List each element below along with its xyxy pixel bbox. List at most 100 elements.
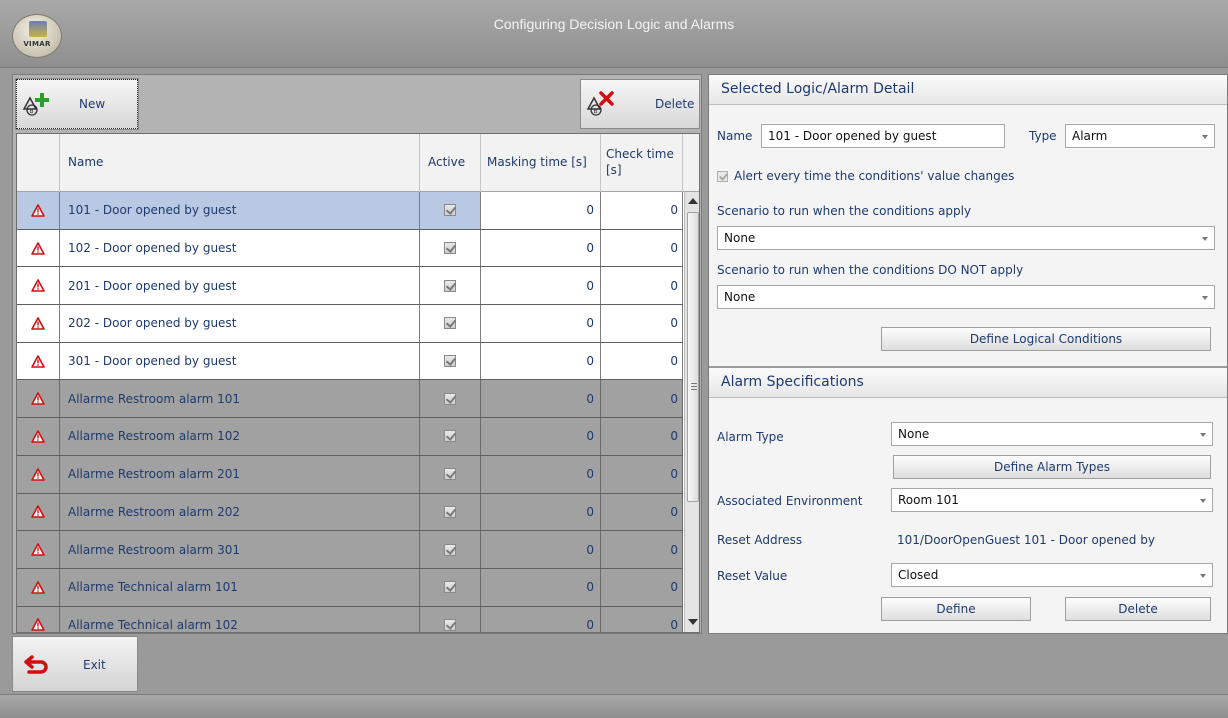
table-row[interactable]: Allarme Technical alarm 101 0 0 bbox=[17, 568, 683, 607]
scroll-up-arrow-icon[interactable] bbox=[688, 198, 698, 204]
row-active-cell[interactable] bbox=[420, 342, 481, 380]
row-active-cell[interactable] bbox=[420, 267, 481, 305]
row-check-cell[interactable]: 0 bbox=[601, 192, 683, 229]
active-checkbox[interactable] bbox=[444, 543, 456, 556]
active-checkbox[interactable] bbox=[444, 505, 456, 518]
row-check-cell[interactable]: 0 bbox=[601, 493, 683, 531]
row-active-cell[interactable] bbox=[420, 455, 481, 493]
exit-button[interactable]: Exit bbox=[12, 636, 138, 692]
name-field[interactable]: 101 - Door opened by guest bbox=[761, 124, 1005, 148]
row-name-cell[interactable]: 201 - Door opened by guest bbox=[60, 267, 420, 305]
row-name-cell[interactable]: Allarme Restroom alarm 201 bbox=[60, 455, 420, 493]
delete-logic-button[interactable]: B Delete bbox=[580, 79, 700, 129]
table-row[interactable]: Allarme Technical alarm 102 0 0 bbox=[17, 606, 683, 632]
active-checkbox[interactable] bbox=[444, 430, 456, 443]
row-name-cell[interactable]: Allarme Technical alarm 102 bbox=[60, 606, 420, 632]
row-masking-cell[interactable]: 0 bbox=[481, 229, 601, 267]
row-active-cell[interactable] bbox=[420, 568, 481, 606]
row-active-cell[interactable] bbox=[420, 229, 481, 267]
row-masking-cell[interactable]: 0 bbox=[481, 531, 601, 568]
row-masking-cell[interactable]: 0 bbox=[481, 568, 601, 606]
row-masking-cell[interactable]: 0 bbox=[481, 455, 601, 493]
row-name-cell[interactable]: Allarme Technical alarm 101 bbox=[60, 568, 420, 606]
row-check-cell[interactable]: 0 bbox=[601, 229, 683, 267]
header-icon-column[interactable] bbox=[17, 134, 60, 192]
active-checkbox[interactable] bbox=[444, 317, 456, 330]
active-checkbox[interactable] bbox=[444, 468, 456, 481]
row-check-cell[interactable]: 0 bbox=[601, 418, 683, 455]
alarm-type-select[interactable]: None bbox=[891, 422, 1213, 446]
header-check-time[interactable]: Check time [s] bbox=[601, 134, 683, 192]
table-row[interactable]: Allarme Restroom alarm 202 0 0 bbox=[17, 493, 683, 532]
row-check-cell[interactable]: 0 bbox=[601, 380, 683, 418]
row-active-cell[interactable] bbox=[420, 192, 481, 229]
delete-alarm-button[interactable]: Delete bbox=[1065, 597, 1211, 621]
row-active-cell[interactable] bbox=[420, 493, 481, 531]
table-row[interactable]: 201 - Door opened by guest 0 0 bbox=[17, 267, 683, 306]
row-name-cell[interactable]: 301 - Door opened by guest bbox=[60, 342, 420, 380]
reset-value-select[interactable]: Closed bbox=[891, 563, 1213, 587]
reset-value-value: Closed bbox=[898, 568, 939, 582]
header-name[interactable]: Name bbox=[60, 134, 420, 192]
row-active-cell[interactable] bbox=[420, 606, 481, 632]
active-checkbox[interactable] bbox=[444, 242, 456, 255]
define-alarm-types-button[interactable]: Define Alarm Types bbox=[893, 455, 1211, 479]
row-name-cell[interactable]: 102 - Door opened by guest bbox=[60, 229, 420, 267]
active-checkbox[interactable] bbox=[444, 204, 456, 217]
scroll-thumb[interactable] bbox=[687, 212, 699, 502]
grid-scrollbar[interactable] bbox=[684, 192, 699, 632]
scenario-not-apply-select[interactable]: None bbox=[717, 285, 1215, 309]
define-button[interactable]: Define bbox=[881, 597, 1031, 621]
row-active-cell[interactable] bbox=[420, 380, 481, 418]
row-name-cell[interactable]: Allarme Restroom alarm 301 bbox=[60, 531, 420, 568]
table-row[interactable]: 102 - Door opened by guest 0 0 bbox=[17, 229, 683, 268]
table-row[interactable]: Allarme Restroom alarm 301 0 0 bbox=[17, 531, 683, 569]
row-masking-cell[interactable]: 0 bbox=[481, 606, 601, 632]
table-row[interactable]: Allarme Restroom alarm 101 0 0 bbox=[17, 380, 683, 419]
table-row[interactable]: Allarme Restroom alarm 201 0 0 bbox=[17, 455, 683, 494]
header-active[interactable]: Active bbox=[420, 134, 481, 192]
type-select[interactable]: Alarm bbox=[1065, 124, 1215, 148]
warning-icon bbox=[31, 467, 45, 481]
table-row[interactable]: 202 - Door opened by guest 0 0 bbox=[17, 305, 683, 343]
table-row[interactable]: Allarme Restroom alarm 102 0 0 bbox=[17, 418, 683, 456]
row-check-cell[interactable]: 0 bbox=[601, 531, 683, 568]
scenario-apply-select[interactable]: None bbox=[717, 226, 1215, 250]
active-checkbox[interactable] bbox=[444, 581, 456, 594]
row-name-cell[interactable]: 101 - Door opened by guest bbox=[60, 192, 420, 229]
active-checkbox[interactable] bbox=[444, 392, 456, 405]
row-name-cell[interactable]: 202 - Door opened by guest bbox=[60, 305, 420, 342]
row-name-cell[interactable]: Allarme Restroom alarm 102 bbox=[60, 418, 420, 455]
environment-select[interactable]: Room 101 bbox=[891, 488, 1213, 512]
row-name-cell[interactable]: Allarme Restroom alarm 202 bbox=[60, 493, 420, 531]
new-button[interactable]: B New bbox=[15, 78, 139, 130]
row-check-cell[interactable]: 0 bbox=[601, 342, 683, 380]
header-masking-time[interactable]: Masking time [s] bbox=[481, 134, 601, 192]
row-masking-cell[interactable]: 0 bbox=[481, 418, 601, 455]
scroll-down-arrow-icon[interactable] bbox=[688, 619, 698, 625]
table-row[interactable]: 301 - Door opened by guest 0 0 bbox=[17, 342, 683, 381]
row-active-cell[interactable] bbox=[420, 305, 481, 342]
row-masking-cell[interactable]: 0 bbox=[481, 305, 601, 342]
define-logical-conditions-button[interactable]: Define Logical Conditions bbox=[881, 327, 1211, 351]
row-check-cell[interactable]: 0 bbox=[601, 606, 683, 632]
row-active-cell[interactable] bbox=[420, 531, 481, 568]
row-active-cell[interactable] bbox=[420, 418, 481, 455]
row-masking-cell[interactable]: 0 bbox=[481, 267, 601, 305]
row-masking-cell[interactable]: 0 bbox=[481, 380, 601, 418]
table-row[interactable]: 101 - Door opened by guest 0 0 bbox=[17, 192, 683, 230]
row-masking-cell[interactable]: 0 bbox=[481, 192, 601, 229]
row-masking-cell[interactable]: 0 bbox=[481, 493, 601, 531]
row-name-cell[interactable]: Allarme Restroom alarm 101 bbox=[60, 380, 420, 418]
warning-icon bbox=[31, 505, 45, 519]
row-masking-cell[interactable]: 0 bbox=[481, 342, 601, 380]
row-check-cell[interactable]: 0 bbox=[601, 305, 683, 342]
active-checkbox[interactable] bbox=[444, 355, 456, 368]
row-check-cell[interactable]: 0 bbox=[601, 267, 683, 305]
type-dropdown-arrow-icon bbox=[1202, 135, 1208, 139]
active-checkbox[interactable] bbox=[444, 618, 456, 631]
row-check-cell[interactable]: 0 bbox=[601, 455, 683, 493]
row-check-cell[interactable]: 0 bbox=[601, 568, 683, 606]
alert-every-time-checkbox[interactable] bbox=[717, 171, 728, 182]
active-checkbox[interactable] bbox=[444, 279, 456, 292]
